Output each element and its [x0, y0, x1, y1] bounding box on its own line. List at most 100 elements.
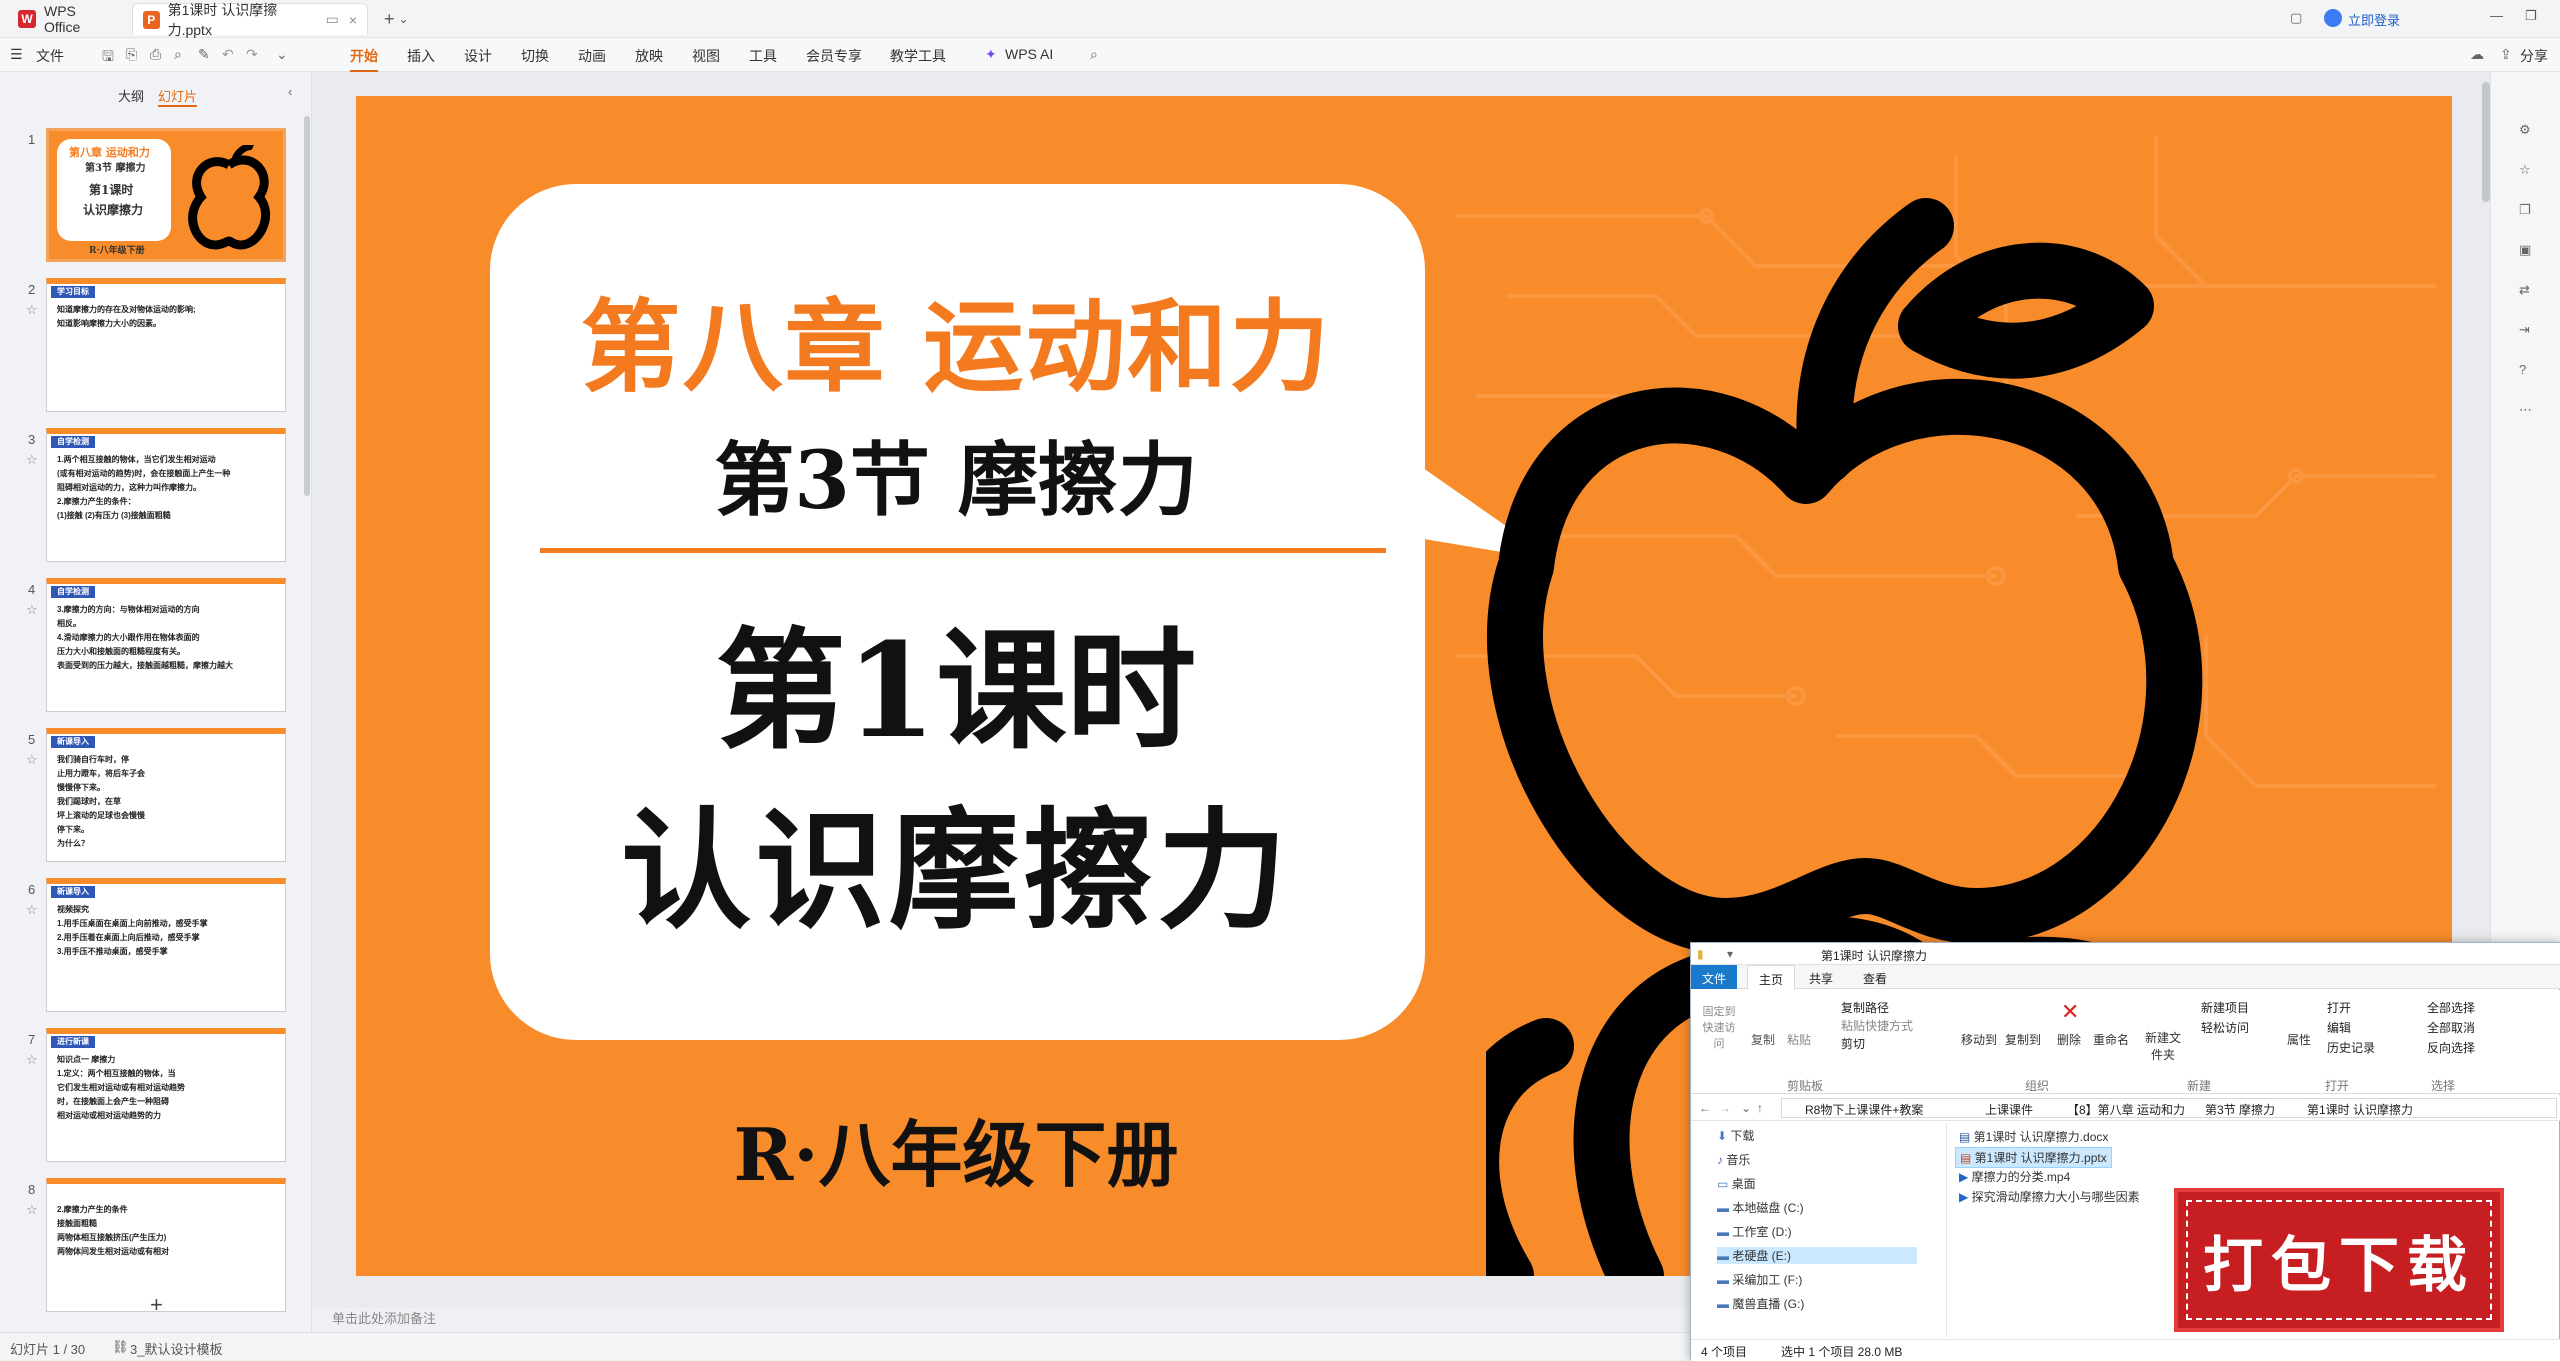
tab-home[interactable]: W WPS Office — [8, 3, 126, 35]
undo-icon[interactable]: ↶ — [222, 46, 234, 63]
slide-thumbnail-7[interactable]: 进行新课 知识点一 摩擦力 1.定义：两个相互接触的物体，当 它们发生相对运动或有相对… — [46, 1028, 286, 1162]
file-menu[interactable]: 文件 — [36, 46, 64, 66]
nav-item[interactable]: ▬ 采编加工 (F:) — [1717, 1271, 1802, 1288]
print-icon[interactable]: ⎙ — [150, 46, 161, 63]
transfer-icon[interactable]: ⇄ — [2519, 282, 2530, 298]
tab-document[interactable]: P 第1课时 认识摩擦力.pptx ▭ × — [132, 2, 368, 38]
copy-icon[interactable]: ❐ — [2519, 202, 2531, 218]
copy-button[interactable]: 复制 — [1751, 1031, 1775, 1048]
tab-outline[interactable]: 大纲 — [118, 86, 144, 105]
star-icon[interactable]: ☆ — [26, 752, 38, 768]
tab-transition[interactable]: 切换 — [521, 46, 549, 66]
save-icon[interactable]: 🖫 — [102, 46, 114, 70]
star-icon[interactable]: ☆ — [26, 602, 38, 618]
breadcrumb-5[interactable]: 第1课时 认识摩擦力 — [2307, 1101, 2413, 1118]
paste-button[interactable]: 粘贴 — [1787, 1031, 1811, 1048]
breadcrumb-3[interactable]: 【8】第八章 运动和力 — [2067, 1101, 2185, 1118]
tab-slides[interactable]: 幻灯片 — [158, 86, 198, 107]
breadcrumb-4[interactable]: 第3节 摩擦力 — [2205, 1101, 2275, 1118]
tab-insert[interactable]: 插入 — [407, 46, 435, 66]
redo-icon[interactable]: ↷ — [246, 46, 258, 63]
tab-start[interactable]: 开始 — [350, 46, 378, 72]
nav-item[interactable]: ♪ 音乐 — [1717, 1151, 1750, 1168]
share-icon[interactable]: ⇪ — [2500, 46, 2512, 63]
new-folder-button[interactable]: 新建文件夹 — [2143, 1029, 2183, 1063]
history-dropdown-icon[interactable]: ⌄ — [1741, 1101, 1751, 1115]
nav-item[interactable]: ▬ 老硬盘 (E:) — [1717, 1247, 1917, 1264]
chevron-down-icon[interactable]: ⌄ — [399, 12, 409, 26]
nav-item[interactable]: ▬ 魔兽直播 (G:) — [1717, 1295, 1804, 1312]
nav-item[interactable]: ⬇ 下载 — [1717, 1127, 1754, 1144]
help-icon[interactable]: ? — [2519, 362, 2526, 377]
tab-teaching-tools[interactable]: 教学工具 — [890, 46, 946, 66]
nav-item[interactable]: ▬ 工作室 (D:) — [1717, 1223, 1792, 1240]
theme-name[interactable]: 3_默认设计模板 — [130, 1339, 222, 1358]
tab-screen-icon[interactable]: ▭ — [326, 11, 339, 28]
more-icon[interactable]: ⌄ — [276, 46, 288, 63]
slide-thumbnail-4[interactable]: 自学检测 3.摩擦力的方向：与物体相对运动的方向 相反。 4.滑动摩擦力的大小跟作用在… — [46, 578, 286, 712]
export-icon[interactable]: ⎘ — [126, 46, 137, 63]
tab-animation[interactable]: 动画 — [578, 46, 606, 66]
delete-button[interactable]: 删除 — [2057, 1031, 2081, 1048]
nav-item[interactable]: ▭ 桌面 — [1717, 1175, 1756, 1192]
copy-to-button[interactable]: 复制到 — [2005, 1031, 2041, 1048]
close-tab-icon[interactable]: × — [349, 12, 357, 28]
edit-button[interactable]: 编辑 — [2327, 1019, 2351, 1036]
notes-placeholder[interactable]: 单击此处添加备注 — [332, 1308, 436, 1327]
window-layout-icon[interactable]: ▢ — [2290, 10, 2302, 26]
paste-shortcut-button[interactable]: 粘贴快捷方式 — [1841, 1017, 1913, 1034]
add-slide-button[interactable]: + — [150, 1292, 163, 1318]
preview-icon[interactable]: ⌕ — [174, 46, 182, 63]
download-badge[interactable]: 打包下载 — [2174, 1188, 2504, 1332]
star-icon[interactable]: ☆ — [26, 1052, 38, 1068]
search-icon[interactable]: ⌕ — [1090, 46, 1098, 63]
tab-member[interactable]: 会员专享 — [806, 46, 862, 66]
minimize-button[interactable]: — — [2490, 8, 2503, 23]
tools-icon[interactable]: ⚙ — [2519, 122, 2531, 138]
export-icon[interactable]: ⇥ — [2519, 322, 2530, 338]
slide-thumbnail-6[interactable]: 新课导入 视频探究 1.用手压桌面在桌面上向前推动，感受手掌 2.用手压着在桌面上向后… — [46, 878, 286, 1012]
star-icon[interactable]: ☆ — [26, 902, 38, 918]
slide-thumbnail-3[interactable]: 自学检测 1.两个相互接触的物体，当它们发生相对运动 (或有相对运动的趋势)时，会在… — [46, 428, 286, 562]
back-icon[interactable]: ← — [1699, 1101, 1711, 1115]
tab-design[interactable]: 设计 — [464, 46, 492, 66]
quick-access-icon[interactable]: ▾ — [1727, 947, 1733, 961]
wps-ai-icon[interactable]: ✦ — [985, 46, 997, 63]
breadcrumb-2[interactable]: 上课课件 — [1985, 1101, 2033, 1118]
rename-button[interactable]: 重命名 — [2093, 1031, 2129, 1048]
easy-access-button[interactable]: 轻松访问 — [2201, 1019, 2249, 1036]
star-icon[interactable]: ☆ — [26, 302, 38, 318]
file-item[interactable]: ▶ 摩擦力的分类.mp4 — [1955, 1167, 2074, 1186]
image-icon[interactable]: ▣ — [2519, 242, 2531, 258]
explorer-tab-view[interactable]: 查看 — [1863, 970, 1887, 987]
file-item[interactable]: ▤ 第1课时 认识摩擦力.pptx — [1955, 1147, 2112, 1168]
share-button[interactable]: 分享 — [2520, 46, 2548, 66]
cut-button[interactable]: 剪切 — [1841, 1035, 1865, 1052]
menu-icon[interactable]: ☰ — [10, 46, 23, 63]
collapse-panel-icon[interactable]: ‹ — [288, 84, 292, 99]
copy-path-button[interactable]: 复制路径 — [1841, 999, 1889, 1016]
slide-thumbnail-1[interactable]: 第八章 运动和力 第3节 摩擦力 第1课时 认识摩擦力 R·八年级下册 — [46, 128, 286, 262]
more-tools-icon[interactable]: ⋯ — [2519, 402, 2532, 418]
breadcrumb-1[interactable]: R8物下上课课件+教案 — [1805, 1101, 1923, 1118]
file-item[interactable]: ▶ 探究滑动摩擦力大小与哪些因素 — [1955, 1187, 2144, 1206]
move-to-button[interactable]: 移动到 — [1961, 1031, 1997, 1048]
file-item[interactable]: ▤ 第1课时 认识摩擦力.docx — [1955, 1127, 2112, 1146]
explorer-tab-home[interactable]: 主页 — [1747, 965, 1795, 990]
properties-button[interactable]: 属性 — [2287, 1031, 2311, 1048]
select-none-button[interactable]: 全部取消 — [2427, 1019, 2475, 1036]
new-item-button[interactable]: 新建项目 — [2201, 999, 2249, 1016]
forward-icon[interactable]: → — [1719, 1101, 1731, 1115]
open-button[interactable]: 打开 — [2327, 999, 2351, 1016]
slide-thumbnail-5[interactable]: 新课导入 我们骑自行车时，停 止用力蹬车，将后车子会 慢慢停下来。 我们踢球时，在草 坪上… — [46, 728, 286, 862]
slide-thumbnail-2[interactable]: 学习目标 知道摩擦力的存在及对物体运动的影响; 知道影响摩擦力大小的因素。 — [46, 278, 286, 412]
restore-button[interactable]: ❐ — [2525, 8, 2537, 24]
star-icon[interactable]: ☆ — [26, 452, 38, 468]
up-icon[interactable]: ↑ — [1757, 1101, 1763, 1115]
slide-thumbnail-8[interactable]: 2.摩擦力产生的条件 接触面粗糙 两物体相互接触挤压(产生压力) 两物体间发生相对运动… — [46, 1178, 286, 1312]
select-all-button[interactable]: 全部选择 — [2427, 999, 2475, 1016]
panel-scrollbar[interactable] — [304, 116, 310, 496]
tab-tools[interactable]: 工具 — [749, 46, 777, 66]
tab-view[interactable]: 视图 — [692, 46, 720, 66]
explorer-tab-share[interactable]: 共享 — [1809, 970, 1833, 987]
